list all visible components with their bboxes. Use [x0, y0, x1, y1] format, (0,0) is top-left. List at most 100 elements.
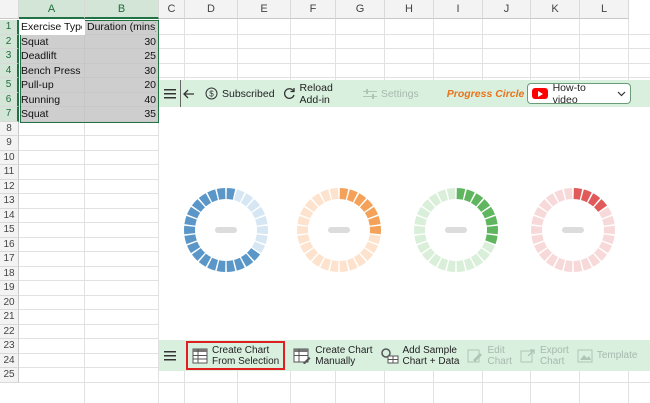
export-chart-button[interactable]: Export Chart	[516, 340, 573, 371]
cell-exercise[interactable]: Squat	[21, 35, 82, 50]
ring-value-placeholder	[215, 227, 237, 233]
cell-exercise[interactable]: Squat	[21, 107, 82, 122]
cell-duration[interactable]: 35	[87, 107, 156, 122]
add-sample-label-1: Add Sample	[402, 344, 457, 356]
ring-value-placeholder	[445, 227, 467, 233]
add-sample-label-2: Chart + Data	[402, 355, 460, 367]
add-sample-chart-button[interactable]: Add Sample Chart + Data	[377, 340, 464, 371]
column-header-f[interactable]: F	[291, 0, 336, 19]
column-header-b[interactable]: B	[85, 0, 159, 19]
column-header-a[interactable]: A	[19, 0, 85, 19]
column-header-j[interactable]: J	[483, 0, 531, 19]
ring-value-placeholder	[562, 227, 584, 233]
row-header-7[interactable]: 7	[0, 107, 19, 122]
subscribed-label: Subscribed	[222, 87, 275, 100]
row-header-22[interactable]: 22	[0, 324, 19, 339]
cell-duration[interactable]: 40	[87, 93, 156, 108]
column-header-c[interactable]: C	[159, 0, 185, 19]
hamburger-icon	[164, 88, 176, 98]
row-header-19[interactable]: 19	[0, 281, 19, 296]
column-header-d[interactable]: D	[185, 0, 238, 19]
export-icon	[520, 348, 535, 362]
howto-video-dropdown[interactable]: How-to video	[527, 82, 631, 106]
cell-duration[interactable]: 30	[87, 35, 156, 50]
table-edit-icon	[293, 348, 311, 364]
hamburger-icon	[164, 350, 176, 360]
row-header-5[interactable]: 5	[0, 78, 19, 93]
row-header-21[interactable]: 21	[0, 310, 19, 325]
edit-chart-icon	[467, 349, 483, 362]
row-header-18[interactable]: 18	[0, 266, 19, 281]
ring-segment	[573, 260, 583, 272]
sample-chart-icon	[380, 347, 398, 363]
select-all-corner[interactable]	[0, 0, 19, 19]
arrow-left-icon	[183, 89, 194, 98]
column-header-k[interactable]: K	[531, 0, 580, 19]
row-header-9[interactable]: 9	[0, 136, 19, 151]
ring-segment	[563, 188, 573, 200]
row-header-20[interactable]: 20	[0, 295, 19, 310]
cell-exercise[interactable]: Running	[21, 93, 82, 108]
ring-segment	[297, 225, 309, 235]
ring-segment	[603, 225, 615, 235]
row-header-2[interactable]: 2	[0, 34, 19, 49]
cell-duration[interactable]: Duration (mins)	[87, 20, 156, 35]
template-button[interactable]: Template	[573, 340, 642, 371]
row-header-24[interactable]: 24	[0, 353, 19, 368]
export-label-2: Chart	[539, 355, 565, 367]
progress-ring-3	[408, 175, 504, 285]
row-header-16[interactable]: 16	[0, 237, 19, 252]
row-header-12[interactable]: 12	[0, 179, 19, 194]
edit-chart-button[interactable]: Edit Chart	[463, 340, 515, 371]
row-header-3[interactable]: 3	[0, 49, 19, 64]
cell-exercise[interactable]: Deadlift	[21, 49, 82, 64]
ring-segment	[216, 188, 226, 200]
reload-label-2: Add-in	[299, 93, 330, 106]
row-header-8[interactable]: 8	[0, 121, 19, 136]
row-header-11[interactable]: 11	[0, 165, 19, 180]
ring-segment	[226, 260, 236, 272]
create-chart-manually-button[interactable]: Create Chart Manually	[289, 340, 376, 371]
menu-button[interactable]	[159, 80, 180, 107]
subscribed-button[interactable]: $ Subscribed	[201, 80, 279, 107]
progress-ring-4	[525, 175, 621, 285]
row-header-23[interactable]: 23	[0, 339, 19, 354]
row-header-6[interactable]: 6	[0, 92, 19, 107]
row-header-1[interactable]: 1	[0, 20, 19, 35]
reload-addin-button[interactable]: Reload Add-in	[279, 80, 337, 107]
cell-duration[interactable]: 20	[87, 78, 156, 93]
row-header-13[interactable]: 13	[0, 194, 19, 209]
table-icon	[192, 348, 208, 363]
row-header-17[interactable]: 17	[0, 252, 19, 267]
create-chart-from-selection-button[interactable]: Create Chart From Selection	[186, 341, 286, 370]
dollar-icon: $	[205, 87, 218, 100]
create-sel-label-2: From Selection	[212, 355, 280, 367]
back-button[interactable]	[180, 80, 197, 107]
settings-button[interactable]: Settings	[359, 80, 423, 107]
cell-exercise[interactable]: Exercise Type	[21, 20, 82, 35]
row-header-10[interactable]: 10	[0, 150, 19, 165]
cell-exercise[interactable]: Bench Press	[21, 64, 82, 79]
ring-segment	[329, 260, 339, 272]
template-label: Template	[596, 350, 638, 361]
column-header-e[interactable]: E	[238, 0, 291, 19]
column-header-l[interactable]: L	[580, 0, 629, 19]
cell-duration[interactable]: 30	[87, 64, 156, 79]
spreadsheet: ABCDEFGHIJKL 1 2 3 4 5 6 7 8 9 10 11 12 13 14 15 16 17 18…	[0, 0, 650, 403]
cell-exercise[interactable]: Pull-up	[21, 78, 82, 93]
ring-segment	[446, 188, 456, 200]
ring-segment	[456, 260, 466, 272]
ring-segment	[226, 188, 236, 200]
column-header-h[interactable]: H	[385, 0, 434, 19]
row-header-14[interactable]: 14	[0, 208, 19, 223]
bottom-menu-button[interactable]	[159, 340, 180, 371]
column-header-g[interactable]: G	[336, 0, 385, 19]
row-header-15[interactable]: 15	[0, 223, 19, 238]
column-header-i[interactable]: I	[434, 0, 483, 19]
row-header-4[interactable]: 4	[0, 63, 19, 78]
ring-segment	[446, 260, 456, 272]
cell-duration[interactable]: 25	[87, 49, 156, 64]
ring-value-placeholder	[328, 227, 350, 233]
row-header-25[interactable]: 25	[0, 368, 19, 383]
ring-segment	[414, 225, 426, 235]
